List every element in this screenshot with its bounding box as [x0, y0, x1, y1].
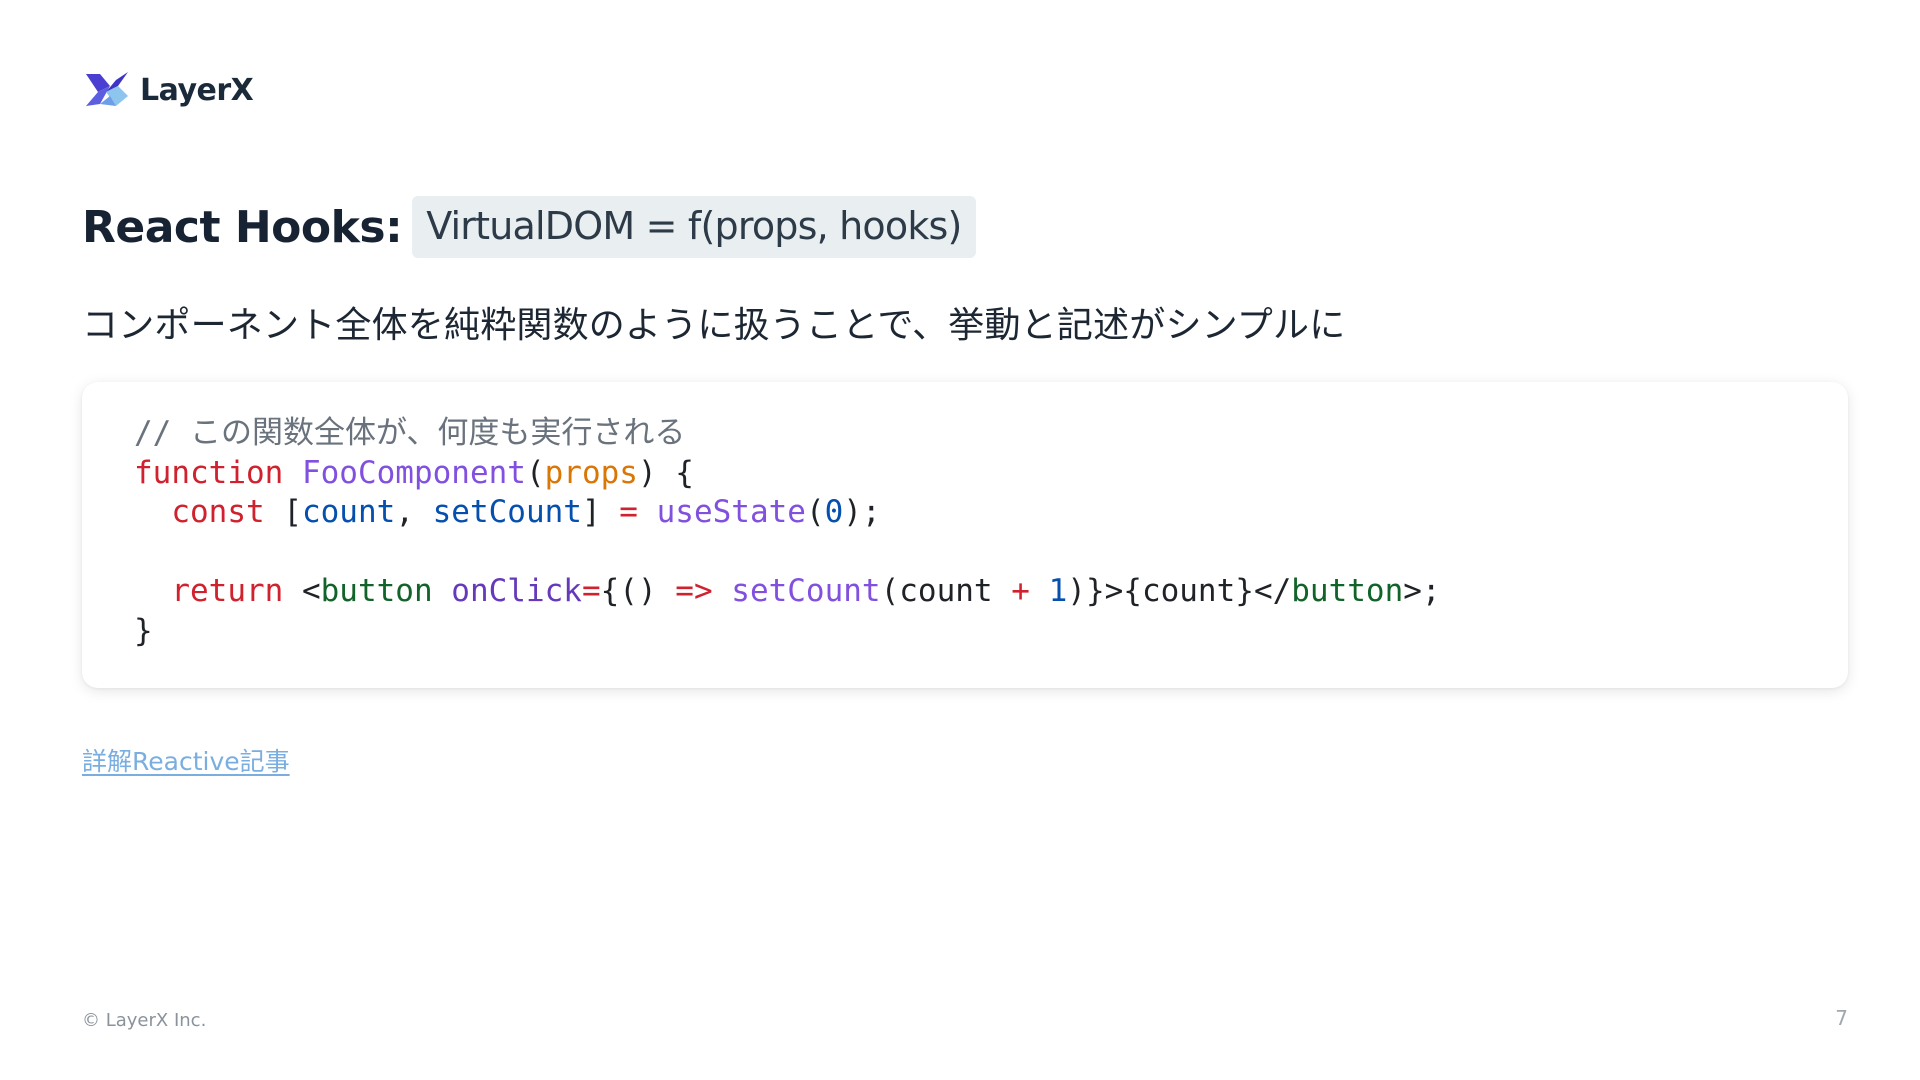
code-function-name: FooComponent [301, 454, 526, 491]
footer-copyright: © LayerX Inc. [82, 1010, 207, 1031]
slide: LayerX React Hooks: VirtualDOM = f(props… [0, 0, 1920, 1080]
code-var-count: count [301, 494, 396, 530]
page-number: 7 [1835, 1006, 1848, 1030]
code-fn-setcount: setCount [731, 573, 881, 609]
reactive-article-link[interactable]: 詳解Reactive記事 [82, 742, 290, 778]
code-op-arrow: => [675, 573, 713, 609]
code-block: // この関数全体が、何度も実行される function FooComponen… [82, 382, 1848, 688]
code-keyword-return: return [171, 573, 284, 609]
title-main: React Hooks: [82, 201, 403, 253]
code-fn-usestate: useState [656, 494, 806, 530]
code-keyword-function: function [134, 454, 284, 491]
code-tag-open: button [320, 573, 433, 609]
code-attr-onclick: onClick [451, 573, 582, 609]
title-code-chip: VirtualDOM = f(props, hooks) [412, 196, 976, 258]
slide-subtitle: コンポーネント全体を純粋関数のように扱うことで、挙動と記述がシンプルに [82, 305, 1346, 346]
code-num-one: 1 [1048, 573, 1068, 609]
code-keyword-const: const [171, 494, 265, 530]
slide-title: React Hooks: VirtualDOM = f(props, hooks… [82, 196, 976, 258]
code-op-eq: = [581, 573, 601, 609]
code-tag-close: button [1291, 573, 1404, 609]
code-num-zero: 0 [824, 494, 844, 530]
code-expr-count: count [899, 573, 993, 609]
code-op-assign: = [619, 494, 638, 530]
code-op-plus: + [1011, 573, 1030, 609]
code-var-setcount: setCount [432, 494, 582, 530]
layerx-logo-icon [86, 72, 128, 106]
brand-logo: LayerX [84, 70, 254, 110]
code-comment: // この関数全体が、何度も実行される [134, 415, 686, 451]
brand-name: LayerX [140, 72, 254, 108]
code-jsx-count: {count} [1123, 573, 1254, 609]
code-param: props [544, 454, 638, 491]
code-content: // この関数全体が、何度も実行される function FooComponen… [134, 415, 1441, 649]
